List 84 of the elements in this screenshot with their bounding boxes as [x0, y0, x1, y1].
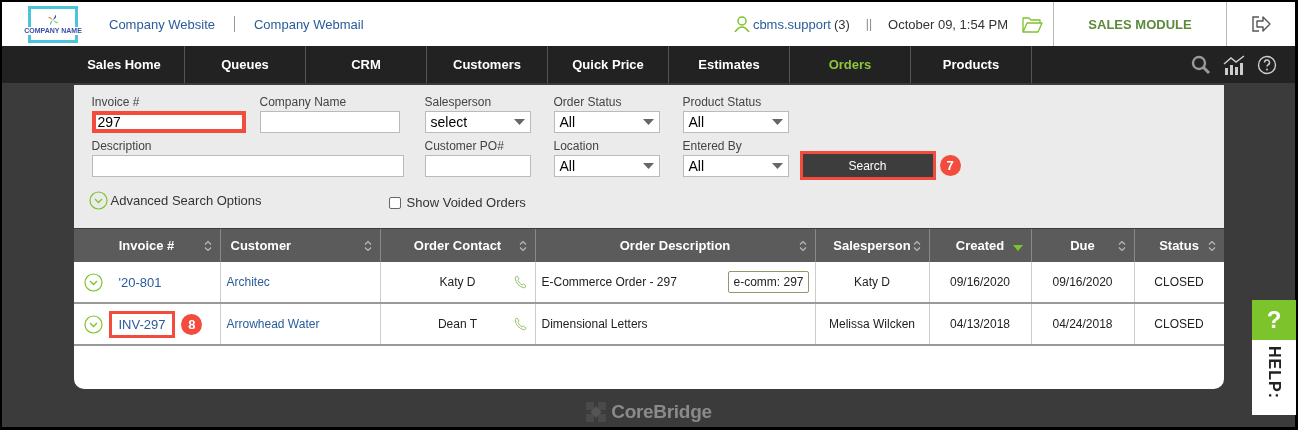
chart-icon[interactable]: [1223, 54, 1245, 75]
invoice-link[interactable]: '20-801: [108, 268, 172, 296]
search-icon[interactable]: [1191, 54, 1211, 75]
table-cell: E-Commerce Order - 297: [541, 275, 677, 289]
field-label: Customer PO#: [424, 139, 505, 153]
customer-link[interactable]: Arrowhead Water: [226, 317, 320, 331]
select-field[interactable]: select: [424, 111, 531, 133]
table-cell: Katy D: [439, 275, 476, 289]
column-header[interactable]: Customer: [220, 229, 381, 262]
caret-icon: [513, 119, 525, 125]
table-cell: Melissa Wilcken: [829, 317, 915, 331]
nav-tab[interactable]: Products: [911, 46, 1032, 83]
advanced-search-link[interactable]: Advanced Search Options: [110, 193, 262, 208]
pinwheel-icon: [46, 13, 60, 27]
field-label: Company Name: [259, 95, 348, 109]
field-label: Description: [91, 139, 153, 153]
chevron-circle-icon[interactable]: [83, 314, 103, 334]
table-cell: Dean T: [437, 317, 478, 331]
table-cell: 09/16/2020: [949, 275, 1011, 289]
search-button[interactable]: Search: [802, 154, 933, 177]
field-label: Salesperson: [424, 95, 493, 109]
column-header[interactable]: Created: [929, 229, 1032, 262]
nav-tab[interactable]: Quick Price: [548, 46, 669, 83]
nav-tab[interactable]: Estimates: [669, 46, 790, 83]
nav-tab[interactable]: Orders: [790, 46, 911, 83]
column-header[interactable]: Order Description: [535, 229, 816, 262]
brand-name: CoreBridge: [611, 401, 712, 423]
column-header[interactable]: Order Contact: [380, 229, 536, 262]
header-link[interactable]: Company Webmail: [254, 16, 364, 32]
nav-tab[interactable]: CRM: [306, 46, 427, 83]
help-question-mark: ?: [1252, 300, 1296, 340]
help-icon[interactable]: [1257, 54, 1277, 75]
checkbox[interactable]: [388, 196, 401, 209]
field-label: Entered By: [682, 139, 743, 153]
text-field[interactable]: [259, 111, 400, 133]
caret-icon: [771, 119, 783, 125]
table-cell: Katy D: [854, 275, 890, 289]
nav-tab[interactable]: Customers: [427, 46, 548, 83]
field-label: Product Status: [682, 95, 763, 109]
header-link[interactable]: Company Website: [109, 16, 215, 32]
caret-icon: [642, 163, 654, 169]
folder-icon[interactable]: [1022, 15, 1043, 33]
column-header[interactable]: Status: [1134, 229, 1224, 262]
text-field[interactable]: [424, 155, 531, 177]
table-cell: CLOSED: [1154, 317, 1204, 331]
checkbox-label: Show Voided Orders: [406, 195, 526, 210]
user-link[interactable]: cbms.support: [752, 16, 831, 32]
step-badge: 8: [181, 313, 203, 335]
chevron-circle-icon[interactable]: [88, 191, 108, 210]
nav-tab[interactable]: Sales Home: [64, 46, 185, 83]
brand-logo-icon: [585, 401, 608, 423]
phone-icon[interactable]: [513, 317, 527, 331]
notification-count: (3): [833, 16, 850, 32]
table-cell: 04/24/2018: [1052, 317, 1113, 331]
help-label: HELP:: [1265, 346, 1283, 401]
select-field[interactable]: All: [553, 111, 660, 133]
field-label: Order Status: [553, 95, 623, 109]
invoice-link[interactable]: INV-297: [108, 310, 176, 338]
field-label: Invoice #: [91, 95, 141, 109]
nav-tab[interactable]: Queues: [185, 46, 306, 83]
table-cell: CLOSED: [1154, 275, 1204, 289]
caret-icon: [771, 163, 783, 169]
field-label: Location: [553, 139, 600, 153]
select-field[interactable]: All: [553, 155, 660, 177]
phone-icon[interactable]: [513, 275, 527, 289]
caret-icon: [642, 119, 654, 125]
date-time: October 09, 1:54 PM: [888, 16, 1008, 32]
column-header[interactable]: Due: [1031, 229, 1135, 262]
separator: ||: [865, 17, 873, 31]
column-header[interactable]: Salesperson: [815, 229, 930, 262]
text-field[interactable]: [91, 155, 404, 177]
customer-link[interactable]: Architec: [226, 275, 270, 289]
step-badge: 7: [939, 155, 961, 176]
user-icon: [733, 16, 750, 32]
select-field[interactable]: All: [682, 111, 789, 133]
text-field[interactable]: 297: [91, 111, 246, 133]
column-header[interactable]: Invoice #: [73, 229, 221, 262]
order-tag: e-comm: 297: [728, 271, 809, 293]
table-cell: 09/16/2020: [1052, 275, 1113, 289]
exit-icon[interactable]: [1251, 16, 1271, 32]
select-field[interactable]: All: [682, 155, 789, 177]
table-cell: 04/13/2018: [949, 317, 1011, 331]
table-cell: Dimensional Letters: [541, 317, 648, 331]
chevron-circle-icon[interactable]: [83, 272, 103, 292]
